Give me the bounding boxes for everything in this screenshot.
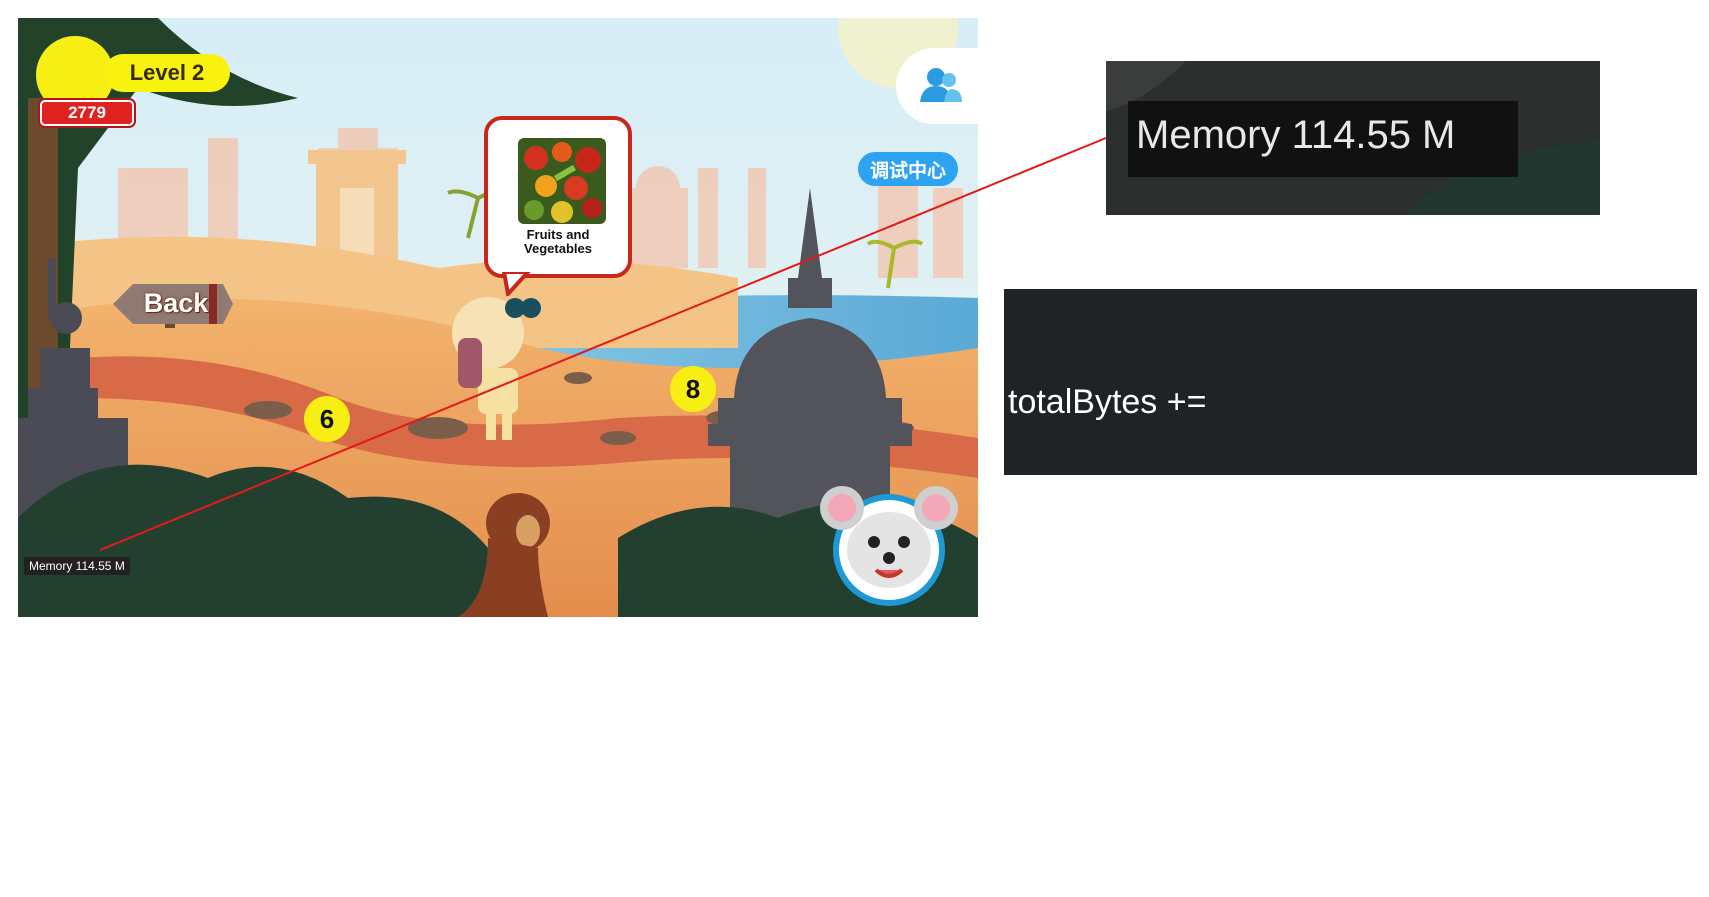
- code-line-1: totalBytes +=: [1008, 383, 1207, 421]
- code-snippet: totalBytes += selTexture.getPixelWidth()…: [1004, 289, 1697, 808]
- code-line-4: url.indexOf('.jpg') > 0 ? 3 : 4);: [1008, 770, 1446, 808]
- code-text: totalBytes += selTexture.getPixelWidth()…: [1008, 295, 1688, 897]
- code-line-3: selTexture.getPixelHeight() * (url &&: [1008, 641, 1551, 679]
- code-line-2: selTexture.getPixelWidth() *: [1008, 512, 1426, 550]
